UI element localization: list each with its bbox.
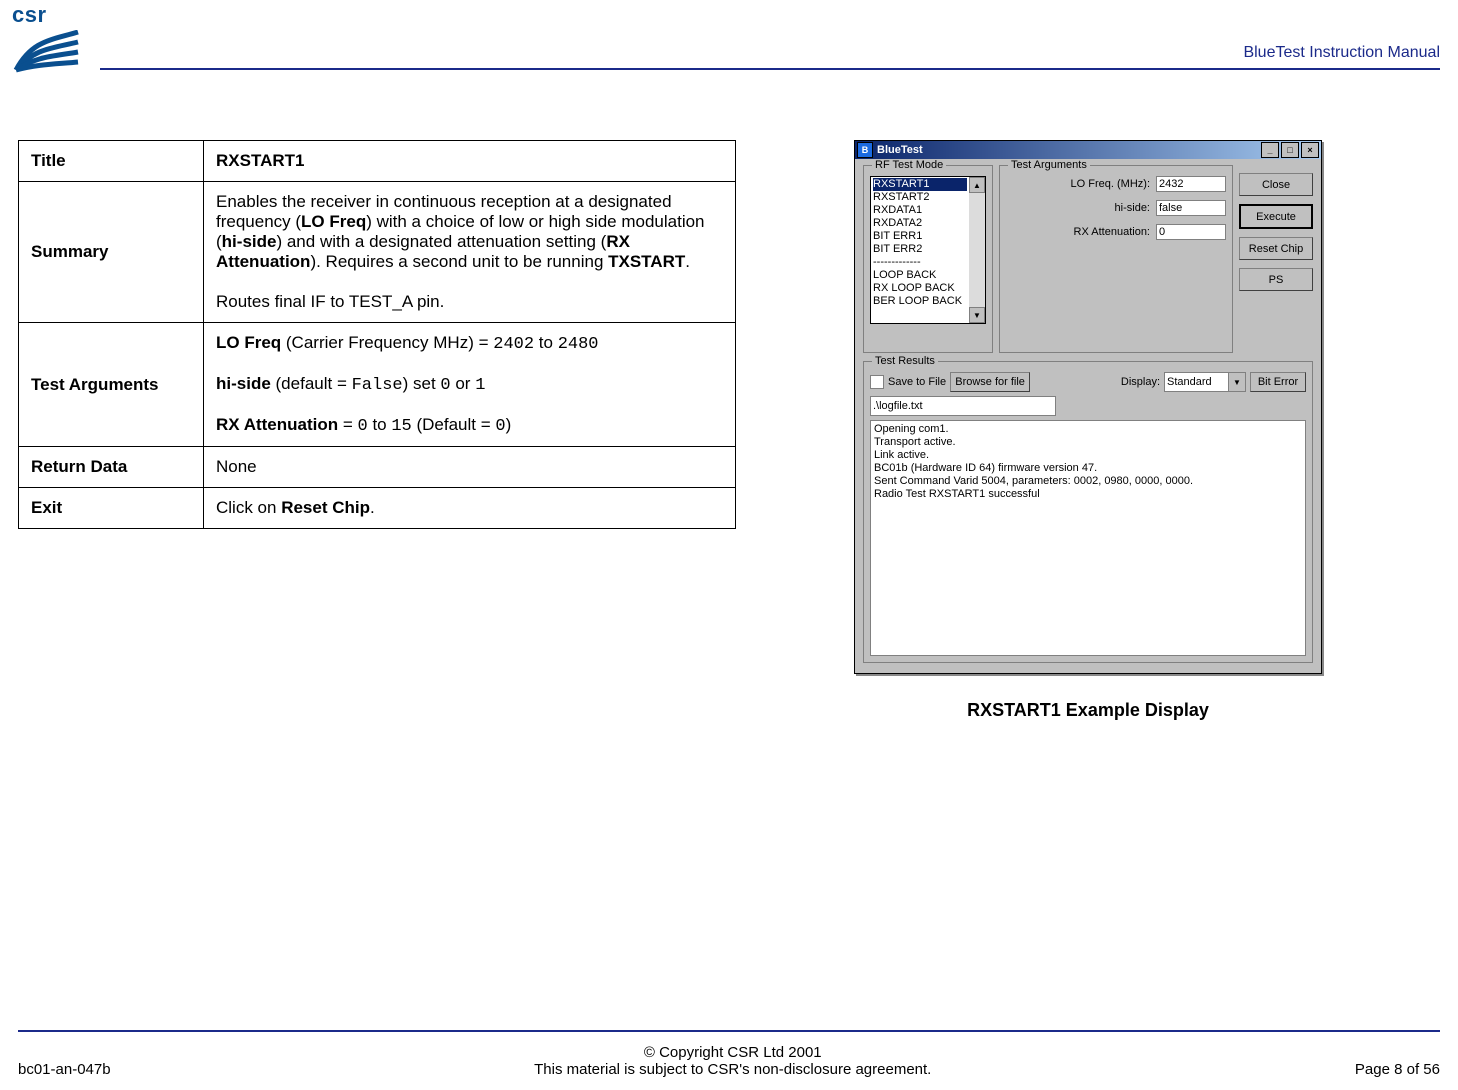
list-item[interactable]: LOOP BACK [873,269,967,282]
save-to-file-label: Save to File [888,376,946,388]
definition-table: TitleRXSTART1SummaryEnables the receiver… [18,140,736,529]
doc-id: bc01-an-047b [18,1061,111,1078]
definition-key: Test Arguments [19,323,204,447]
bit-error-button[interactable]: Bit Error [1250,372,1306,392]
list-item[interactable]: RXSTART1 [873,178,967,191]
table-row: Return DataNone [19,447,736,488]
rx-attenuation-label: RX Attenuation: [1006,226,1150,238]
definition-value: LO Freq (Carrier Frequency MHz) = 2402 t… [204,323,736,447]
display-value: Standard [1167,376,1212,388]
scroll-down-icon[interactable]: ▼ [969,307,985,323]
page-number: Page 8 of 56 [1355,1061,1440,1078]
rf-mode-listbox[interactable]: RXSTART1RXSTART2RXDATA1RXDATA2BIT ERR1BI… [870,176,986,324]
test-results-group: Save to File Browse for file Display: St… [863,361,1313,663]
list-item[interactable]: BIT ERR1 [873,230,967,243]
csr-logo: csr [12,2,82,74]
app-icon: B [857,142,873,158]
copyright: © Copyright CSR Ltd 2001 [111,1044,1355,1061]
window-title: BlueTest [877,144,923,156]
chevron-down-icon[interactable]: ▼ [1228,373,1245,391]
definition-table-container: TitleRXSTART1SummaryEnables the receiver… [18,140,736,721]
display-dropdown[interactable]: Standard ▼ [1164,372,1246,392]
page-header: csr BlueTest Instruction Manual [0,0,1458,80]
bluetest-window: B BlueTest _ □ × RXSTART1RXSTART2RXDATA1… [854,140,1322,674]
list-item[interactable]: RXDATA1 [873,204,967,217]
minimize-button[interactable]: _ [1261,142,1279,158]
header-rule [100,68,1440,70]
list-item[interactable]: BER LOOP BACK [873,295,967,308]
test-arguments-group: LO Freq. (MHz): hi-side: RX Attenuation: [999,165,1233,353]
lo-freq-label: LO Freq. (MHz): [1006,178,1150,190]
footer-rule [18,1030,1440,1032]
scroll-up-icon[interactable]: ▲ [969,177,985,193]
list-item[interactable]: BIT ERR2 [873,243,967,256]
definition-value: Click on Reset Chip. [204,488,736,529]
table-row: SummaryEnables the receiver in continuou… [19,182,736,323]
page-footer: bc01-an-047b © Copyright CSR Ltd 2001 Th… [18,1044,1440,1078]
list-item[interactable]: RXSTART2 [873,191,967,204]
list-item[interactable]: RXDATA2 [873,217,967,230]
table-row: Test ArgumentsLO Freq (Carrier Frequency… [19,323,736,447]
definition-key: Return Data [19,447,204,488]
close-window-button[interactable]: × [1301,142,1319,158]
definition-key: Title [19,141,204,182]
definition-key: Exit [19,488,204,529]
hi-side-input[interactable] [1156,200,1226,216]
figure-caption: RXSTART1 Example Display [967,700,1209,721]
definition-value: RXSTART1 [204,141,736,182]
execute-button[interactable]: Execute [1239,204,1313,229]
side-buttons: Close Execute Reset Chip PS [1239,165,1313,353]
hi-side-label: hi-side: [1006,202,1150,214]
table-row: TitleRXSTART1 [19,141,736,182]
list-item[interactable]: ------------- [873,256,967,269]
listbox-scrollbar[interactable]: ▲ ▼ [969,177,985,323]
maximize-button[interactable]: □ [1281,142,1299,158]
logfile-path-value: .\logfile.txt [873,400,923,412]
logo-text: csr [12,2,47,27]
table-row: ExitClick on Reset Chip. [19,488,736,529]
rf-test-mode-group: RXSTART1RXSTART2RXDATA1RXDATA2BIT ERR1BI… [863,165,993,353]
definition-key: Summary [19,182,204,323]
logo-waves-icon [12,30,82,74]
lo-freq-input[interactable] [1156,176,1226,192]
save-to-file-checkbox[interactable] [870,375,884,389]
list-item[interactable]: RX LOOP BACK [873,282,967,295]
close-button[interactable]: Close [1239,173,1313,196]
browse-button[interactable]: Browse for file [950,372,1030,392]
rx-attenuation-input[interactable] [1156,224,1226,240]
definition-value: Enables the receiver in continuous recep… [204,182,736,323]
titlebar[interactable]: B BlueTest _ □ × [855,141,1321,159]
display-label: Display: [1121,376,1160,388]
ps-button[interactable]: PS [1239,268,1313,291]
logfile-path-input[interactable]: .\logfile.txt [870,396,1056,416]
results-console: Opening com1. Transport active. Link act… [870,420,1306,656]
footer-center: © Copyright CSR Ltd 2001 This material i… [111,1044,1355,1078]
reset-chip-button[interactable]: Reset Chip [1239,237,1313,260]
definition-value: None [204,447,736,488]
nda-notice: This material is subject to CSR's non-di… [111,1061,1355,1078]
document-title: BlueTest Instruction Manual [1243,44,1440,62]
